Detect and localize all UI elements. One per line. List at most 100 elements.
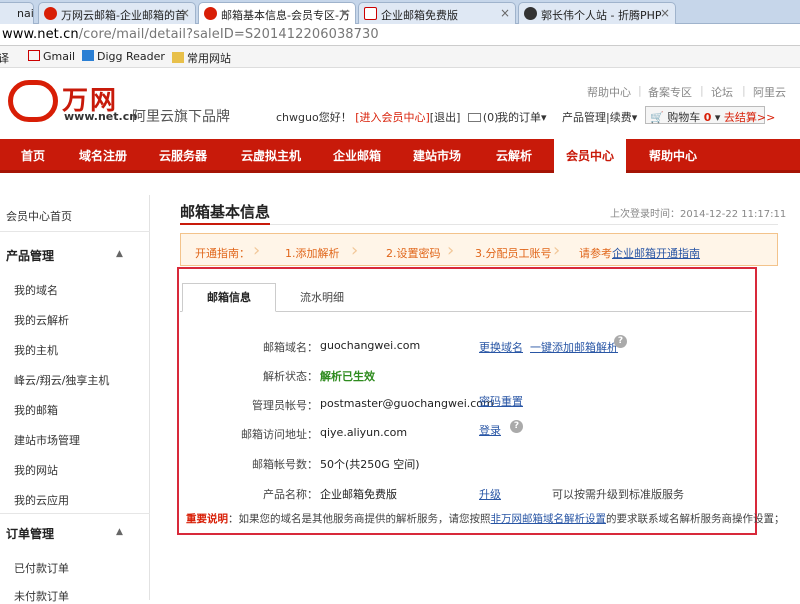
sidebar-item-hosts[interactable]: 我的主机 xyxy=(14,342,58,358)
guide-step-1: 1.添加解析 xyxy=(285,247,340,260)
url-text[interactable]: www.net.cn/core/mail/detail?saleID=S2014… xyxy=(2,27,379,42)
gmail-icon xyxy=(28,50,40,61)
nav-site-market[interactable]: 建站市场 xyxy=(404,139,470,173)
chevron-right-icon: › xyxy=(351,240,359,261)
browser-tab[interactable]: 万网云邮箱-企业邮箱的首 × xyxy=(38,2,196,24)
main-nav: 首页 域名注册 云服务器 云虚拟主机 企业邮箱 建站市场 云解析 会员中心 帮助… xyxy=(0,139,800,173)
nav-help[interactable]: 帮助中心 xyxy=(640,139,706,173)
bookmark-folder[interactable]: 常用网站 xyxy=(172,50,231,66)
divider xyxy=(0,231,150,232)
help-icon[interactable]: ? xyxy=(614,335,627,348)
cart-count: 0 xyxy=(703,111,712,124)
slogan: 阿里云旗下品牌 xyxy=(132,109,230,125)
guide-reference: 请参考企业邮箱开通指南 xyxy=(579,247,700,260)
browser-tab[interactable]: nai xyxy=(0,2,34,24)
nav-cloud-server[interactable]: 云服务器 xyxy=(150,139,216,173)
wanwang-favicon-icon xyxy=(44,7,57,20)
product-mgmt-menu[interactable]: 产品管理|续费▾ xyxy=(562,109,637,125)
browser-tab-active[interactable]: 邮箱基本信息-会员专区-万 × xyxy=(198,2,356,25)
help-icon[interactable]: ? xyxy=(510,420,523,433)
sidebar-item-dedicated-hosts[interactable]: 峰云/翔云/独享主机 xyxy=(14,372,109,388)
label-product-name: 产品名称： xyxy=(263,488,318,501)
login-link[interactable]: 登录 xyxy=(479,422,501,438)
collapse-icon[interactable]: ▲ xyxy=(116,527,123,537)
chevron-right-icon: › xyxy=(553,240,561,261)
sidebar-item-cloud-dns[interactable]: 我的云解析 xyxy=(14,312,69,328)
nav-member-center[interactable]: 会员中心 xyxy=(554,139,626,173)
nav-cloud-dns[interactable]: 云解析 xyxy=(486,139,542,173)
member-center-link[interactable]: [进入会员中心] xyxy=(355,111,430,124)
nav-home[interactable]: 首页 xyxy=(8,139,58,173)
tab-mail-info[interactable]: 邮箱信息 xyxy=(182,283,276,312)
notice-link[interactable]: 非万网邮箱域名解析设置 xyxy=(491,513,607,525)
tab-transaction-log[interactable]: 流水明细 xyxy=(300,289,344,305)
top-link-help[interactable]: 帮助中心 xyxy=(587,84,631,100)
close-icon[interactable]: × xyxy=(340,6,350,20)
my-orders-menu[interactable]: 我的订单▾ xyxy=(497,109,547,125)
sidebar-item-site-market[interactable]: 建站市场管理 xyxy=(14,432,80,448)
bookmark-gmail[interactable]: Gmail xyxy=(28,50,75,63)
sidebar-heading-orders[interactable]: 订单管理 xyxy=(6,525,54,542)
guide-step-3: 3.分配员工账号 xyxy=(475,247,552,260)
nav-virtual-host[interactable]: 云虚拟主机 xyxy=(232,139,310,173)
reset-password-link[interactable]: 密码重置 xyxy=(479,393,523,409)
divider xyxy=(270,224,778,225)
cart-button[interactable]: 🛒 购物车 0 ▾ 去结算>> xyxy=(645,106,775,124)
sidebar-item-domains[interactable]: 我的域名 xyxy=(14,282,58,298)
bookmark-digg[interactable]: Digg Reader xyxy=(82,50,165,63)
value-admin-account: postmaster@guochangwei.com xyxy=(320,397,494,410)
gmail-icon xyxy=(364,7,377,20)
important-notice: 重要说明：如果您的域名是其他服务商提供的解析服务，请您按照非万网邮箱域名解析设置… xyxy=(186,513,785,525)
tab-title: nai xyxy=(17,7,34,20)
close-icon[interactable]: × xyxy=(500,6,510,20)
divider xyxy=(0,513,150,514)
logout-link[interactable]: [退出] xyxy=(430,111,461,124)
label-dns-status: 解析状态： xyxy=(263,370,318,383)
close-icon[interactable]: × xyxy=(180,6,190,20)
sidebar-item-cloud-apps[interactable]: 我的云应用 xyxy=(14,492,69,508)
tab-title: 邮箱基本信息-会员专区-万 xyxy=(221,9,350,22)
divider: | xyxy=(638,84,642,97)
user-bar: chwguo您好！ [进入会员中心][退出] (0) xyxy=(276,109,498,125)
last-login-time: 上次登录时间：2014-12-22 11:17:11 xyxy=(610,209,787,220)
title-underline xyxy=(180,223,270,225)
value-dns-status: 解析已生效 xyxy=(320,370,375,383)
checkout-link[interactable]: 去结算>> xyxy=(724,111,775,124)
sidebar-item-unpaid-orders[interactable]: 未付款订单 xyxy=(14,588,69,604)
logo-mark-icon xyxy=(8,80,58,122)
sidebar-item-websites[interactable]: 我的网站 xyxy=(14,462,58,478)
collapse-icon[interactable]: ▲ xyxy=(116,249,123,259)
upgrade-link[interactable]: 升级 xyxy=(479,486,501,502)
guide-link[interactable]: 企业邮箱开通指南 xyxy=(612,247,700,260)
penguin-icon xyxy=(524,7,537,20)
setup-guide-bar: 开通指南： › 1.添加解析 › 2.设置密码 › 3.分配员工账号 › 请参考… xyxy=(180,233,778,266)
tab-title: 郭长伟个人站 - 折腾PHP xyxy=(541,9,662,22)
sidebar-item-mailbox[interactable]: 我的邮箱 xyxy=(14,402,58,418)
close-icon[interactable]: × xyxy=(660,6,670,20)
sidebar-heading-products[interactable]: 产品管理 xyxy=(6,247,54,264)
change-domain-link[interactable]: 更换域名 xyxy=(479,339,523,355)
nav-enterprise-mail[interactable]: 企业邮箱 xyxy=(324,139,390,173)
bookmarks-bar: 译 Gmail Digg Reader 常用网站 xyxy=(0,46,800,68)
top-link-forum[interactable]: 论坛 xyxy=(711,84,733,100)
address-bar[interactable]: www.net.cn/core/mail/detail?saleID=S2014… xyxy=(0,24,800,46)
browser-tab[interactable]: 郭长伟个人站 - 折腾PHP × xyxy=(518,2,676,24)
folder-icon xyxy=(172,52,184,63)
sidebar-item-member-home[interactable]: 会员中心首页 xyxy=(6,208,72,224)
top-link-aliyun[interactable]: 阿里云 xyxy=(753,84,786,100)
value-product-name: 企业邮箱免费版 xyxy=(320,488,397,501)
mail-icon[interactable] xyxy=(467,113,481,122)
nav-domain[interactable]: 域名注册 xyxy=(70,139,136,173)
add-dns-link[interactable]: 一键添加邮箱解析 xyxy=(530,339,618,355)
caret-down-icon: ▾ xyxy=(714,111,721,124)
sidebar-item-paid-orders[interactable]: 已付款订单 xyxy=(14,560,69,576)
label-mail-domain: 邮箱域名： xyxy=(263,341,318,354)
greeting: chwguo您好！ xyxy=(276,111,352,124)
top-link-beian[interactable]: 备案专区 xyxy=(648,84,692,100)
guide-label: 开通指南： xyxy=(195,247,250,260)
cart-icon: 🛒 xyxy=(650,111,664,124)
upgrade-note: 可以按需升级到标准版服务 xyxy=(552,488,684,501)
notice-label: 重要说明 xyxy=(186,513,228,525)
browser-tab[interactable]: 企业邮箱免费版 × xyxy=(358,2,516,24)
bookmark-item[interactable]: 译 xyxy=(0,50,9,66)
